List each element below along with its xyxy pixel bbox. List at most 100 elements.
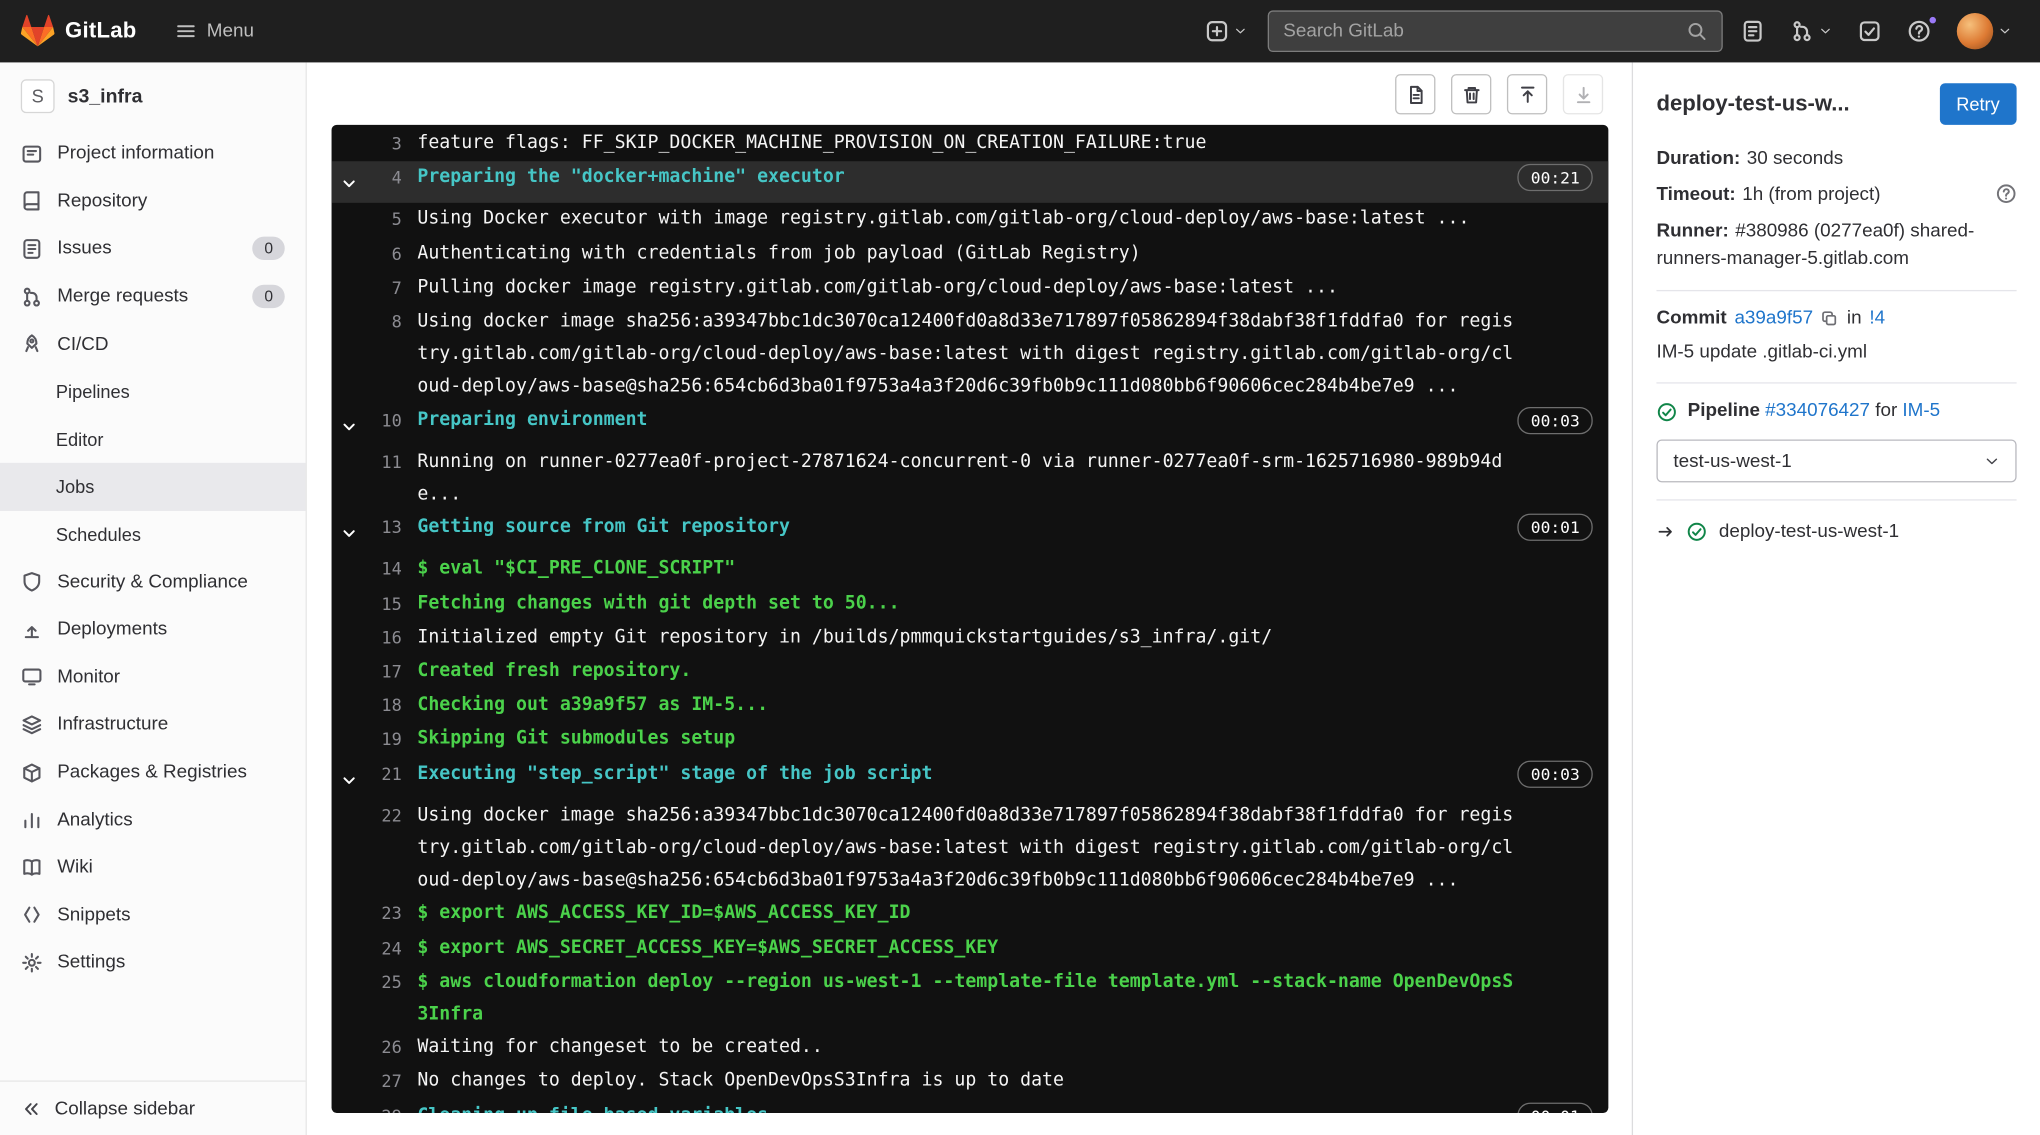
- line-number-link[interactable]: 27: [368, 1065, 401, 1099]
- line-number-link[interactable]: 26: [368, 1031, 401, 1065]
- sidebar-nav: Project information Repository Issues 0 Merg…: [0, 130, 306, 1080]
- line-number-link[interactable]: 17: [368, 655, 401, 689]
- line-number-link[interactable]: 15: [368, 587, 401, 621]
- sidebar-item-pipelines[interactable]: Pipelines: [0, 368, 306, 416]
- sidebar-item-wiki[interactable]: Wiki: [0, 844, 306, 892]
- log-line-text: Created fresh repository.: [417, 660, 692, 682]
- help-button[interactable]: [1900, 12, 1939, 51]
- line-number-link[interactable]: 3: [368, 127, 402, 161]
- section-collapse-chevron[interactable]: [342, 404, 368, 446]
- sidebar-item-deployments[interactable]: Deployments: [0, 606, 306, 654]
- issues-nav-button[interactable]: [1733, 12, 1772, 51]
- line-number-link[interactable]: 22: [368, 799, 401, 833]
- current-job-row[interactable]: deploy-test-us-west-1: [1656, 518, 2016, 543]
- job-log[interactable]: 3 feature flags: FF_SKIP_DOCKER_MACHINE_P…: [331, 124, 1609, 1113]
- chev-spacer: [342, 271, 368, 280]
- user-menu-button[interactable]: [1949, 5, 2019, 57]
- issues-icon: [1741, 20, 1764, 43]
- line-number-link[interactable]: 13: [368, 511, 401, 545]
- section-duration-badge: 00:03: [1517, 406, 1593, 434]
- collapse-icon: [21, 1098, 42, 1119]
- analytics-icon: [21, 809, 43, 831]
- line-number-link[interactable]: 6: [368, 237, 402, 271]
- raw-log-button[interactable]: [1395, 74, 1436, 115]
- section-collapse-chevron[interactable]: [342, 1100, 368, 1113]
- hamburger-icon: [176, 21, 197, 42]
- project-context[interactable]: S s3_infra: [0, 62, 306, 130]
- log-line-text: Fetching changes with git depth set to 5…: [417, 592, 900, 614]
- top-navbar: GitLab Menu Search GitLab: [0, 0, 2040, 63]
- timeout-help-icon[interactable]: [1996, 183, 2017, 204]
- sidebar-item-label: Infrastructure: [57, 714, 169, 736]
- sidebar-item-label: Settings: [57, 952, 126, 974]
- log-line-text: $ export AWS_ACCESS_KEY_ID=$AWS_ACCESS_K…: [417, 902, 911, 924]
- global-search-input[interactable]: Search GitLab: [1267, 10, 1723, 53]
- sidebar-item-merge-requests[interactable]: Merge requests 0: [0, 273, 306, 321]
- collapse-label: Collapse sidebar: [54, 1098, 196, 1119]
- line-number-link[interactable]: 25: [368, 966, 401, 1000]
- sidebar-item-settings[interactable]: Settings: [0, 939, 306, 987]
- settings-icon: [21, 952, 43, 974]
- line-number-link[interactable]: 7: [368, 271, 402, 305]
- section-duration-badge: 00:01: [1517, 1102, 1593, 1113]
- line-number-link[interactable]: 21: [368, 758, 401, 792]
- commit-sha-link[interactable]: a39a9f57: [1734, 308, 1813, 329]
- section-collapse-chevron[interactable]: [342, 758, 368, 800]
- merge-request-icon: [1790, 20, 1813, 43]
- sidebar-item-analytics[interactable]: Analytics: [0, 796, 306, 844]
- count-badge: 0: [252, 284, 285, 309]
- erase-log-button[interactable]: [1451, 74, 1492, 115]
- retry-button[interactable]: Retry: [1939, 83, 2017, 125]
- log-line-text: No changes to deploy. Stack OpenDevOpsS3…: [417, 1070, 1064, 1092]
- todos-nav-button[interactable]: [1850, 12, 1889, 51]
- line-number-link[interactable]: 11: [368, 446, 401, 480]
- section-collapse-chevron[interactable]: [342, 511, 368, 553]
- sidebar-item-ci-cd[interactable]: CI/CD: [0, 320, 306, 368]
- collapse-sidebar-button[interactable]: Collapse sidebar: [0, 1080, 306, 1135]
- line-number-link[interactable]: 16: [368, 621, 401, 655]
- line-number-link[interactable]: 18: [368, 689, 401, 723]
- sidebar-item-monitor[interactable]: Monitor: [0, 653, 306, 701]
- gitlab-brand-text: GitLab: [65, 18, 137, 43]
- line-number-link[interactable]: 10: [368, 404, 401, 438]
- section-collapse-chevron[interactable]: [342, 161, 368, 203]
- commit-row: Commit a39a9f57 in !4: [1656, 308, 2016, 329]
- notification-dot: [1928, 15, 1938, 25]
- menu-button[interactable]: Menu: [176, 21, 254, 42]
- log-line: 14 $ eval "$CI_PRE_CLONE_SCRIPT": [332, 553, 1609, 587]
- line-number-link[interactable]: 24: [368, 932, 401, 966]
- log-line: 26 Waiting for changeset to be created..: [332, 1031, 1609, 1065]
- sidebar-item-issues[interactable]: Issues 0: [0, 225, 306, 273]
- sidebar-item-jobs[interactable]: Jobs: [0, 463, 306, 511]
- chev-spacer: [342, 799, 368, 808]
- log-line-text: feature flags: FF_SKIP_DOCKER_MACHINE_PR…: [417, 132, 1207, 154]
- line-number-link[interactable]: 8: [368, 306, 402, 340]
- sidebar-item-repository[interactable]: Repository: [0, 178, 306, 226]
- scroll-to-top-button[interactable]: [1506, 74, 1548, 115]
- sidebar-item-packages-registries[interactable]: Packages & Registries: [0, 749, 306, 797]
- section-duration-badge: 00:03: [1517, 760, 1593, 788]
- sidebar-item-project-information[interactable]: Project information: [0, 130, 306, 178]
- sidebar-item-snippets[interactable]: Snippets: [0, 891, 306, 939]
- gitlab-home-link[interactable]: GitLab: [20, 14, 137, 48]
- scroll-to-bottom-button[interactable]: [1562, 74, 1604, 115]
- sidebar-item-infrastructure[interactable]: Infrastructure: [0, 701, 306, 749]
- pipeline-link[interactable]: #334076427: [1765, 401, 1870, 422]
- new-dropdown-button[interactable]: [1197, 12, 1254, 51]
- line-number-link[interactable]: 19: [368, 724, 401, 758]
- sidebar-item-schedules[interactable]: Schedules: [0, 511, 306, 559]
- stage-dropdown[interactable]: test-us-west-1: [1656, 439, 2017, 483]
- line-number-link[interactable]: 5: [368, 203, 402, 237]
- sidebar-item-editor[interactable]: Editor: [0, 415, 306, 463]
- merge-request-link[interactable]: !4: [1869, 308, 1885, 329]
- chev-spacer: [342, 553, 368, 562]
- line-number-link[interactable]: 23: [368, 898, 401, 932]
- line-number-link[interactable]: 4: [368, 161, 402, 195]
- copy-commit-sha-icon[interactable]: [1821, 310, 1839, 328]
- merge-requests-nav-button[interactable]: [1783, 12, 1840, 51]
- pipeline-ref-link[interactable]: IM-5: [1902, 401, 1940, 422]
- line-number-link[interactable]: 14: [368, 553, 401, 587]
- log-line-text: Initialized empty Git repository in /bui…: [417, 626, 1273, 648]
- sidebar-item-security-compliance[interactable]: Security & Compliance: [0, 558, 306, 606]
- line-number-link[interactable]: 29: [368, 1100, 401, 1113]
